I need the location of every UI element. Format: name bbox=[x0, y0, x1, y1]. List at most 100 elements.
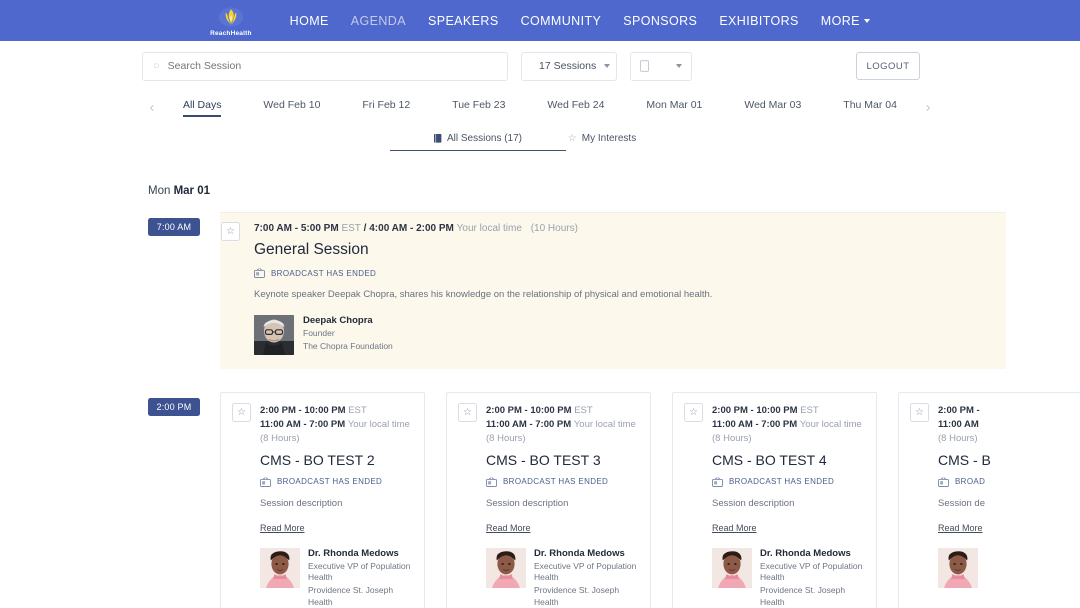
card-broadcast-label: BROADCAST HAS ENDED bbox=[503, 477, 609, 487]
featured-tz-est: EST bbox=[341, 223, 361, 234]
session-card[interactable]: ☆ 2:00 PM - 10:00 PM EST 11:00 AM - 7:00… bbox=[446, 392, 651, 608]
card-favorite-star-icon[interactable]: ☆ bbox=[910, 403, 929, 422]
featured-favorite-star-icon[interactable]: ☆ bbox=[221, 222, 240, 241]
nav-item-agenda[interactable]: AGENDA bbox=[351, 14, 406, 28]
card-time-est-line: 2:00 PM - 10:00 PM EST bbox=[712, 404, 864, 418]
card-speaker-info: Dr. Rhonda Medows Executive VP of Popula… bbox=[760, 548, 864, 608]
featured-speaker-org: The Chopra Foundation bbox=[303, 341, 393, 352]
broadcast-icon bbox=[254, 268, 265, 278]
card-time-est-line: 2:00 PM - 10:00 PM EST bbox=[260, 404, 412, 418]
featured-session-card[interactable]: ☆ 7:00 AM - 5:00 PM EST / 4:00 AM - 2:00… bbox=[220, 212, 1006, 369]
card-read-more-link[interactable]: Read More bbox=[260, 523, 305, 533]
day-tabs-prev-arrow-icon[interactable]: ‹ bbox=[142, 99, 162, 116]
day-tabs-bar: ‹ All Days Wed Feb 10 Fri Feb 12 Tue Feb… bbox=[0, 91, 1080, 124]
card-tz-local: Your local time bbox=[573, 418, 636, 430]
nav-item-community[interactable]: COMMUNITY bbox=[521, 14, 602, 28]
session-cards-scroll[interactable]: ☆ 2:00 PM - 10:00 PM EST 11:00 AM - 7:00… bbox=[220, 392, 1080, 608]
card-read-more-link[interactable]: Read More bbox=[712, 523, 757, 533]
card-title: CMS - BO TEST 4 bbox=[712, 451, 827, 468]
day-tab-fri-feb-12[interactable]: Fri Feb 12 bbox=[362, 99, 410, 117]
day-tab-wed-feb-10[interactable]: Wed Feb 10 bbox=[263, 99, 320, 117]
card-read-more-link[interactable]: Read More bbox=[486, 523, 531, 533]
card-speaker-org: Providence St. Joseph Health bbox=[760, 585, 846, 607]
featured-duration: (10 Hours) bbox=[530, 223, 578, 234]
nav-item-home[interactable]: HOME bbox=[290, 14, 329, 28]
tab-all-sessions[interactable]: All Sessions (17) bbox=[390, 133, 566, 151]
card-time-local-line: 11:00 AM bbox=[938, 418, 991, 432]
avatar bbox=[260, 547, 300, 588]
day-tab-tue-feb-23[interactable]: Tue Feb 23 bbox=[452, 99, 505, 117]
cards-time-column: 2:00 PM bbox=[148, 392, 220, 416]
card-read-more-link[interactable]: Read More bbox=[938, 523, 983, 533]
card-time-local: 11:00 AM - 7:00 PM bbox=[712, 418, 798, 430]
agenda-date-day: Mon bbox=[148, 185, 171, 197]
tab-my-interests-label: My Interests bbox=[581, 133, 637, 144]
day-tab-wed-mar-03[interactable]: Wed Mar 03 bbox=[744, 99, 801, 117]
nav-item-exhibitors[interactable]: EXHIBITORS bbox=[719, 14, 798, 28]
speaker-photo-deepak-chopra bbox=[254, 315, 294, 355]
star-outline-icon: ☆ bbox=[567, 132, 577, 144]
speaker-photo-rhonda-medows bbox=[938, 547, 978, 588]
card-favorite-star-icon[interactable]: ☆ bbox=[684, 403, 703, 422]
card-time-local: 11:00 AM bbox=[938, 418, 979, 430]
broadcast-icon bbox=[712, 476, 723, 487]
nav-item-more[interactable]: MORE bbox=[821, 14, 870, 28]
chevron-down-icon bbox=[863, 19, 870, 24]
tab-my-interests[interactable]: ☆ My Interests bbox=[540, 133, 664, 151]
nav-item-speakers[interactable]: SPEAKERS bbox=[428, 14, 499, 28]
featured-speaker: Deepak Chopra Founder The Chopra Foundat… bbox=[254, 315, 712, 355]
card-speaker-info: Dr. Rhonda Medows Executive VP of Popula… bbox=[534, 548, 638, 608]
search-input[interactable] bbox=[167, 60, 497, 72]
nav-more-label: MORE bbox=[820, 13, 860, 28]
search-session-box[interactable]: ○ bbox=[142, 51, 508, 81]
brand-name: ReachHealth bbox=[210, 29, 252, 37]
card-broadcast-label: BROAD bbox=[955, 477, 986, 487]
day-tab-wed-feb-24[interactable]: Wed Feb 24 bbox=[547, 99, 604, 117]
card-broadcast-label: BROADCAST HAS ENDED bbox=[277, 477, 383, 487]
featured-session-title: General Session bbox=[254, 241, 369, 258]
card-time-est-line: 2:00 PM - bbox=[938, 404, 991, 418]
card-favorite-star-icon[interactable]: ☆ bbox=[458, 403, 477, 422]
broadcast-icon bbox=[260, 476, 271, 487]
session-card-body: 2:00 PM - 10:00 PM EST 11:00 AM - 7:00 P… bbox=[260, 403, 412, 608]
card-favorite-star-icon[interactable]: ☆ bbox=[232, 403, 251, 422]
card-description: Session description bbox=[712, 497, 795, 509]
session-card[interactable]: ☆ 2:00 PM - 11:00 AM (8 Hours) CMS - B B… bbox=[898, 392, 1080, 608]
nav-item-sponsors[interactable]: SPONSORS bbox=[623, 14, 697, 28]
card-speaker-org: Providence St. Joseph Health bbox=[308, 585, 394, 607]
search-toolbar: ○ 17 Sessions LOGOUT bbox=[0, 41, 1080, 91]
featured-broadcast-label: BROADCAST HAS ENDED bbox=[271, 268, 377, 278]
session-card[interactable]: ☆ 2:00 PM - 10:00 PM EST 11:00 AM - 7:00… bbox=[672, 392, 877, 608]
card-description: Session description bbox=[486, 497, 569, 509]
cards-time-badge[interactable]: 2:00 PM bbox=[148, 398, 200, 416]
day-tab-all-days[interactable]: All Days bbox=[182, 99, 221, 117]
session-card[interactable]: ☆ 2:00 PM - 10:00 PM EST 11:00 AM - 7:00… bbox=[220, 392, 425, 608]
featured-session-body: 7:00 AM - 5:00 PM EST / 4:00 AM - 2:00 P… bbox=[240, 222, 712, 355]
logout-button[interactable]: LOGOUT bbox=[856, 52, 920, 80]
card-speaker-org: Providence St. Joseph Health bbox=[534, 585, 620, 607]
day-tab-mon-mar-01[interactable]: Mon Mar 01 bbox=[646, 99, 702, 117]
featured-speaker-title: Founder bbox=[303, 328, 335, 338]
card-title: CMS - B bbox=[938, 451, 991, 468]
card-time-est: 2:00 PM - bbox=[938, 405, 980, 416]
nav-links: HOME AGENDA SPEAKERS COMMUNITY SPONSORS … bbox=[290, 14, 870, 28]
card-broadcast-status: BROAD bbox=[938, 476, 991, 487]
day-tabs-next-arrow-icon[interactable]: › bbox=[918, 99, 938, 116]
day-tab-thu-mar-04[interactable]: Thu Mar 04 bbox=[843, 99, 897, 117]
speaker-photo-rhonda-medows bbox=[260, 547, 300, 588]
avatar bbox=[486, 547, 526, 588]
chevron-down-icon bbox=[604, 64, 611, 68]
sessions-filter-dropdown[interactable]: 17 Sessions bbox=[521, 51, 617, 81]
top-navigation-bar: ReachHealth HOME AGENDA SPEAKERS COMMUNI… bbox=[0, 0, 1080, 41]
card-tz-local: Your local time bbox=[347, 418, 410, 430]
brand-logo[interactable]: ReachHealth bbox=[210, 6, 252, 37]
view-filter-dropdown[interactable] bbox=[630, 51, 692, 81]
card-broadcast-status: BROADCAST HAS ENDED bbox=[260, 476, 412, 487]
featured-time-badge[interactable]: 7:00 AM bbox=[148, 218, 200, 236]
featured-time-local: 4:00 AM - 2:00 PM bbox=[369, 223, 454, 234]
card-time-est-line: 2:00 PM - 10:00 PM EST bbox=[486, 404, 638, 418]
featured-tz-local: Your local time bbox=[456, 223, 522, 234]
featured-session-description: Keynote speaker Deepak Chopra, shares hi… bbox=[254, 289, 713, 300]
card-description: Session description bbox=[260, 497, 343, 509]
chevron-down-icon bbox=[676, 64, 682, 68]
